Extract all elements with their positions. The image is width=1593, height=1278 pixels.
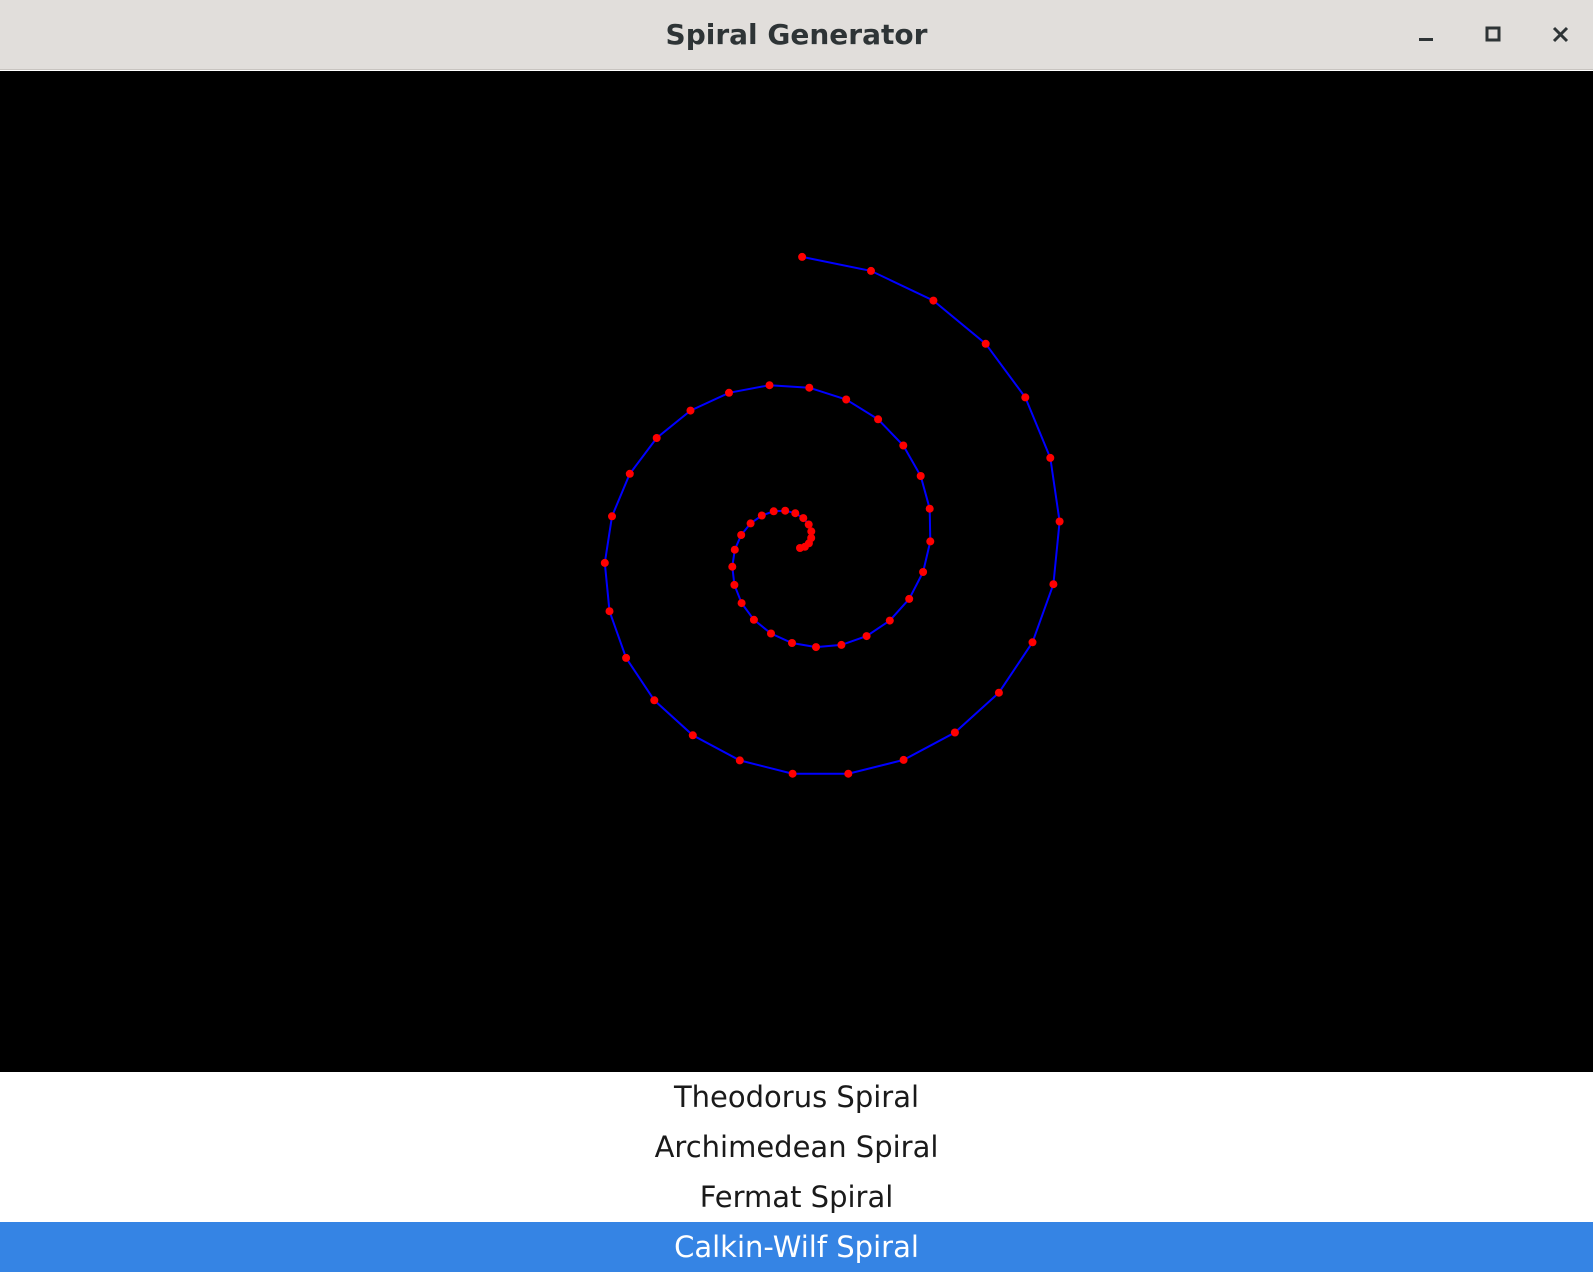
window-title: Spiral Generator <box>665 18 928 51</box>
spiral-point <box>874 415 883 424</box>
spiral-points <box>600 252 1064 778</box>
spiral-point <box>994 688 1003 697</box>
spiral-point <box>798 252 807 261</box>
app-window: Spiral Generator Theodorus Spiral Archim… <box>0 0 1593 1278</box>
spiral-point <box>765 381 774 390</box>
list-item-label: Archimedean Spiral <box>654 1130 939 1164</box>
spiral-point <box>862 632 871 641</box>
spiral-point <box>899 755 908 764</box>
list-item-fermat[interactable]: Fermat Spiral <box>0 1172 1593 1222</box>
close-button[interactable] <box>1538 12 1584 58</box>
close-icon <box>1552 26 1569 43</box>
spiral-point <box>757 511 766 520</box>
spiral-point <box>749 615 758 624</box>
spiral-point <box>812 643 820 652</box>
spiral-point <box>767 629 775 638</box>
list-item-calkin-wilf[interactable]: Calkin-Wilf Spiral <box>0 1222 1593 1272</box>
spiral-point <box>746 519 755 528</box>
spiral-point <box>807 527 816 536</box>
list-item-label: Calkin-Wilf Spiral <box>674 1230 919 1264</box>
spiral-point <box>652 434 661 442</box>
spiral-point <box>1046 453 1055 462</box>
list-item-label: Fermat Spiral <box>699 1180 894 1214</box>
spiral-point <box>981 339 990 348</box>
spiral-point <box>600 558 609 567</box>
title-bar[interactable]: Spiral Generator <box>0 0 1593 70</box>
spiral-point <box>791 509 800 518</box>
spiral-point <box>730 545 739 554</box>
spiral-point <box>916 472 925 480</box>
spiral-canvas <box>0 71 1593 1072</box>
spiral-point <box>735 756 744 765</box>
spiral-point <box>837 640 846 649</box>
spiral-point <box>1021 393 1030 402</box>
spiral-type-list[interactable]: Theodorus Spiral Archimedean Spiral Ferm… <box>0 1072 1593 1278</box>
spiral-drawing <box>600 252 1064 778</box>
minimize-icon <box>1419 38 1433 41</box>
spiral-point <box>805 383 814 392</box>
spiral-point <box>925 504 934 513</box>
spiral-point <box>622 653 631 662</box>
spiral-point <box>929 296 938 305</box>
spiral-point <box>625 469 634 478</box>
spiral-point <box>926 537 935 546</box>
minimize-button[interactable] <box>1403 12 1449 58</box>
spiral-point <box>885 616 894 625</box>
spiral-point <box>1028 638 1037 647</box>
spiral-point <box>867 266 875 275</box>
maximize-icon <box>1485 26 1501 42</box>
list-item-label: Theodorus Spiral <box>673 1080 920 1114</box>
spiral-point <box>728 562 737 571</box>
spiral-point <box>1049 580 1058 589</box>
spiral-point <box>605 607 614 616</box>
spiral-point <box>899 441 908 450</box>
spiral-point <box>781 506 790 515</box>
spiral-point <box>788 769 797 778</box>
spiral-point <box>686 406 695 415</box>
spiral-point <box>769 507 778 516</box>
spiral-point <box>1055 517 1064 526</box>
spiral-point <box>788 639 796 647</box>
spiral-point <box>905 594 914 603</box>
list-item-theodorus[interactable]: Theodorus Spiral <box>0 1072 1593 1122</box>
spiral-point <box>799 514 808 523</box>
spiral-point <box>725 388 733 397</box>
spiral-point <box>950 728 959 737</box>
spiral-point <box>608 512 616 521</box>
spiral-point <box>842 395 851 404</box>
spiral-point <box>688 731 697 740</box>
list-item-archimedean[interactable]: Archimedean Spiral <box>0 1122 1593 1172</box>
spiral-point <box>919 568 928 576</box>
spiral-point <box>730 580 739 589</box>
spiral-point <box>844 769 853 778</box>
spiral-point <box>737 599 746 608</box>
spiral-path <box>603 255 1061 775</box>
maximize-button[interactable] <box>1470 12 1516 58</box>
spiral-point <box>650 696 659 705</box>
spiral-point <box>804 520 813 529</box>
spiral-point <box>737 531 746 539</box>
